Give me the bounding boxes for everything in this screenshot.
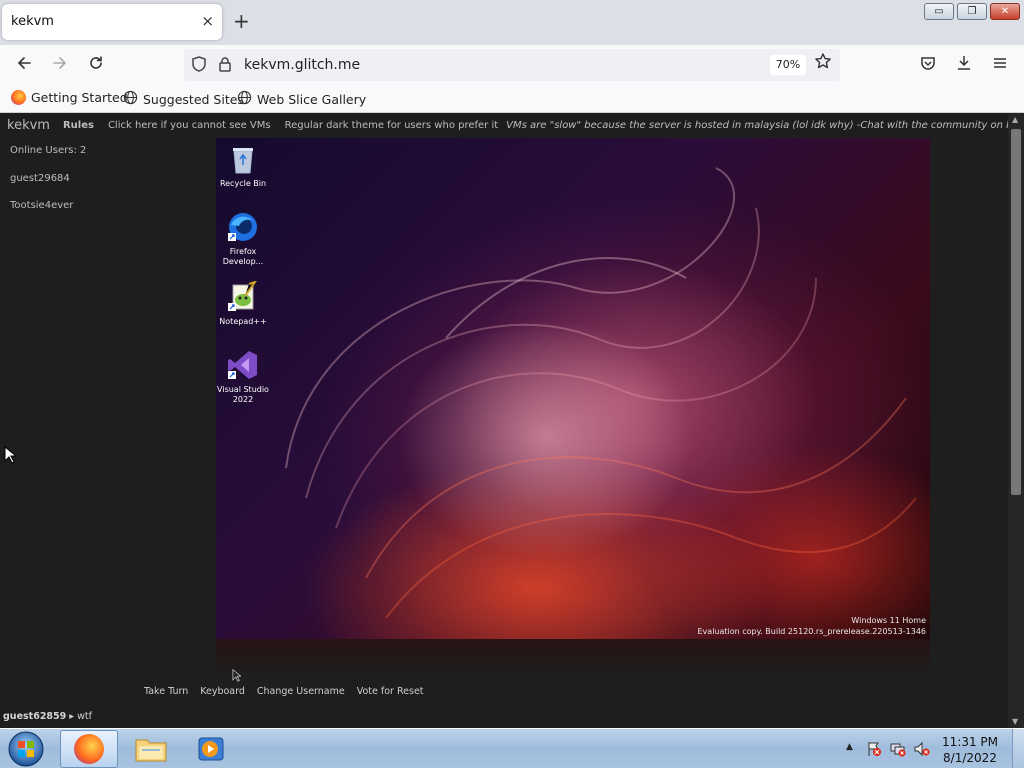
online-user-list: Online Users: 2 guest29684 Tootsie4ever	[10, 145, 86, 228]
take-turn-button[interactable]: Take Turn	[144, 686, 188, 697]
start-button[interactable]	[4, 730, 48, 768]
menu-icon[interactable]	[988, 54, 1012, 78]
vote-for-reset-button[interactable]: Vote for Reset	[357, 686, 424, 697]
taskbar-media-player[interactable]	[184, 730, 242, 768]
notepad-plus-plus-icon	[227, 280, 259, 313]
forward-icon[interactable]	[48, 54, 72, 78]
url-text[interactable]: kekvm.glitch.me	[244, 57, 360, 73]
recycle-bin-icon	[227, 143, 259, 175]
globe-icon	[237, 90, 252, 108]
tab-title: kekvm	[11, 14, 54, 29]
taskbar-file-explorer[interactable]	[122, 730, 180, 768]
mouse-cursor-icon	[4, 445, 18, 467]
action-center-warning-icon[interactable]	[866, 741, 882, 757]
desktop-icon-label: Recycle Bin	[219, 179, 267, 188]
change-username-button[interactable]: Change Username	[257, 686, 345, 697]
watermark-build: Evaluation copy. Build 25120.rs_prerelea…	[697, 627, 927, 636]
firefox-developer-icon	[227, 211, 259, 243]
firefox-icon	[11, 90, 26, 105]
globe-icon	[123, 90, 138, 108]
windows-taskbar: ▲ 11:31 PM 8/1/2022	[0, 728, 1024, 768]
bookmark-getting-started[interactable]: Getting Started	[11, 90, 128, 105]
page-scrollbar[interactable]: ▲ ▼	[1008, 113, 1024, 728]
user-list-item[interactable]: guest29684	[10, 173, 86, 201]
browser-tab-strip: kekvm × + ▭ ❐ ✕	[0, 0, 1024, 45]
reload-icon[interactable]	[84, 54, 108, 78]
keyboard-button[interactable]: Keyboard	[200, 686, 245, 697]
site-brand[interactable]: kekvm	[7, 118, 50, 133]
user-list-item[interactable]: Tootsie4ever	[10, 200, 86, 228]
network-disconnected-icon[interactable]	[890, 741, 906, 757]
chat-message: guest62859 ▸ wtf	[3, 711, 92, 722]
vm-display[interactable]: Recycle Bin Firefox Develop... Notepad++…	[216, 138, 930, 639]
window-controls: ▭ ❐ ✕	[924, 3, 1020, 20]
wallpaper-bloom	[285, 167, 917, 619]
lock-icon[interactable]	[216, 55, 236, 75]
minimize-button[interactable]: ▭	[924, 3, 954, 20]
cannot-see-vms-link[interactable]: Click here if you cannot see VMs	[108, 120, 271, 131]
scroll-down-icon[interactable]: ▼	[1012, 717, 1018, 726]
desktop-icon-label: Visual Studio 2022	[217, 385, 269, 404]
site-top-nav: kekvm Rules Click here if you cannot see…	[0, 113, 1008, 137]
firefox-icon	[74, 734, 104, 764]
folder-icon	[135, 736, 167, 765]
chat-username: guest62859	[3, 711, 67, 722]
vm-controls: Take Turn Keyboard Change Username Vote …	[144, 686, 424, 697]
bookmark-label: Web Slice Gallery	[257, 91, 367, 107]
close-window-button[interactable]: ✕	[990, 3, 1020, 20]
pocket-icon[interactable]	[916, 54, 940, 78]
visual-studio-icon	[227, 349, 259, 381]
rules-link[interactable]: Rules	[63, 120, 94, 131]
online-users-count: Online Users: 2	[10, 145, 87, 156]
taskbar-firefox[interactable]	[60, 730, 118, 768]
clock-date: 8/1/2022	[943, 751, 997, 765]
chat-separator: ▸	[69, 711, 75, 722]
scrollbar-thumb[interactable]	[1011, 129, 1021, 495]
downloads-icon[interactable]	[952, 54, 976, 78]
volume-muted-icon[interactable]	[914, 741, 930, 757]
bookmark-label: Getting Started	[31, 90, 128, 105]
show-hidden-icons-button[interactable]: ▲	[846, 742, 853, 752]
bookmarks-bar: Getting Started Suggested Sites Web Slic…	[0, 85, 1024, 113]
desktop-icon-label: Notepad++	[219, 317, 267, 326]
desktop-icon-visual-studio[interactable]: Visual Studio 2022	[216, 349, 273, 405]
desktop-icon-label: Firefox Develop...	[222, 247, 264, 266]
desktop-icon-notepad-plus-plus[interactable]: Notepad++	[216, 280, 273, 327]
watermark-edition: Windows 11 Home	[851, 616, 926, 625]
bookmark-suggested-sites[interactable]: Suggested Sites	[123, 90, 244, 108]
zoom-level-button[interactable]: 70%	[770, 55, 806, 75]
chat-text: wtf	[77, 711, 92, 722]
media-player-icon	[197, 735, 225, 766]
restore-button[interactable]: ❐	[957, 3, 987, 20]
announcement-marquee: VMs are "slow" because the server is hos…	[506, 119, 1008, 131]
clock-time: 11:31 PM	[942, 735, 998, 749]
browser-nav-bar: kekvm.glitch.me 70%	[0, 45, 1024, 85]
new-tab-button[interactable]: +	[233, 9, 250, 33]
desktop-icon-firefox-developer[interactable]: Firefox Develop...	[216, 211, 273, 267]
bookmark-label: Suggested Sites	[143, 91, 244, 107]
vm-display-footer	[216, 639, 930, 675]
scroll-up-icon[interactable]: ▲	[1012, 115, 1018, 124]
shield-icon[interactable]	[190, 55, 210, 75]
bookmark-web-slice-gallery[interactable]: Web Slice Gallery	[237, 90, 366, 108]
back-icon[interactable]	[12, 54, 36, 78]
dark-theme-link[interactable]: Regular dark theme for users who prefer …	[285, 120, 499, 131]
tab-kekvm[interactable]: kekvm ×	[2, 4, 222, 40]
taskbar-clock[interactable]: 11:31 PM 8/1/2022	[942, 734, 998, 766]
show-desktop-button[interactable]	[1012, 729, 1024, 768]
url-bar[interactable]: kekvm.glitch.me 70%	[184, 49, 840, 81]
bookmark-star-icon[interactable]	[814, 52, 832, 75]
windows-watermark: Windows 11 Home Evaluation copy. Build 2…	[698, 615, 927, 637]
close-tab-icon[interactable]: ×	[201, 12, 214, 30]
kekvm-page: kekvm Rules Click here if you cannot see…	[0, 113, 1008, 728]
vm-cursor-icon	[232, 668, 242, 685]
desktop-icon-recycle-bin[interactable]: Recycle Bin	[216, 143, 273, 189]
